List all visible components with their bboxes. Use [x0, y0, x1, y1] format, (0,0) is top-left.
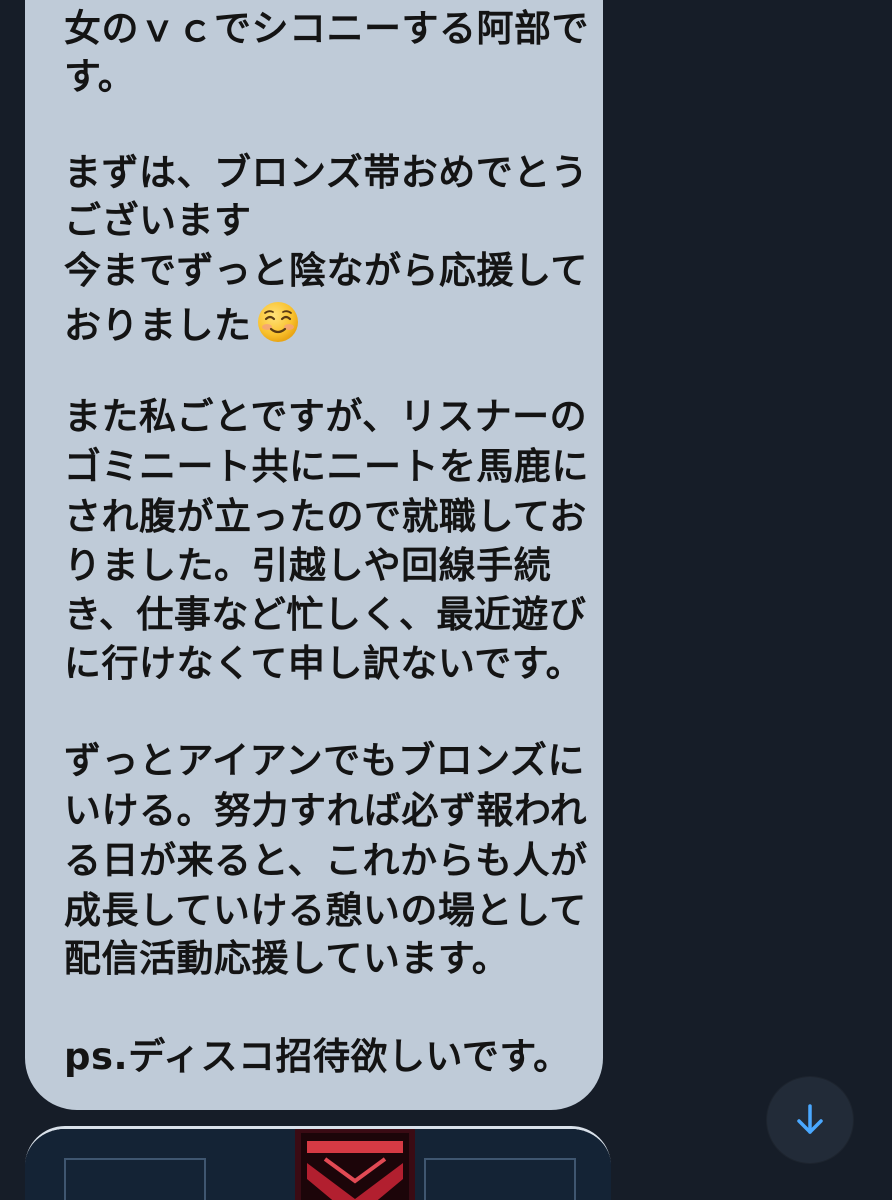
scroll-to-bottom-button[interactable] — [767, 1077, 853, 1163]
message-line: され腹が立ったので就職してお — [64, 495, 587, 538]
image-attachment[interactable] — [25, 1126, 611, 1200]
message-line: す。 — [64, 55, 136, 98]
message-line: ゴミニート共にニートを馬鹿に — [64, 445, 589, 488]
message-line: ずっとアイアンでもブロンズに — [64, 739, 585, 782]
message-line: る日が来ると、これからも人が — [64, 839, 588, 882]
message-line: りました。引越しや回線手続 — [64, 544, 552, 587]
message-line: また私ごとですが、リスナーの — [64, 395, 588, 438]
message-line: いける。努力すれば必ず報われ — [64, 789, 588, 832]
message-line: まずは、ブロンズ帯おめでとう — [64, 151, 589, 194]
message-line: おりました — [64, 304, 252, 347]
message-line: 配信活動応援しています。 — [64, 937, 510, 980]
image-thumbnail — [25, 1129, 611, 1200]
message-line-with-emoji: おりました — [64, 300, 300, 350]
message-line: ございます — [64, 199, 252, 242]
arrow-down-icon — [797, 1104, 823, 1134]
message-line: き、仕事など忙しく、最近遊び — [64, 593, 587, 636]
message-line: 今までずっと陰ながら応援して — [64, 249, 588, 292]
message-line: に行けなくて申し訳ないです。 — [64, 642, 584, 685]
message-line: 女のｖｃでシコニーする阿部で — [64, 7, 589, 50]
message-line: ps.ディスコ招待欲しいです。 — [64, 1035, 571, 1078]
chat-screen: 女のｖｃでシコニーする阿部で す。 まずは、ブロンズ帯おめでとう ございます 今… — [0, 0, 892, 1200]
message-line: 成長していける憩いの場として — [64, 889, 587, 932]
smiling-face-icon — [256, 300, 300, 350]
